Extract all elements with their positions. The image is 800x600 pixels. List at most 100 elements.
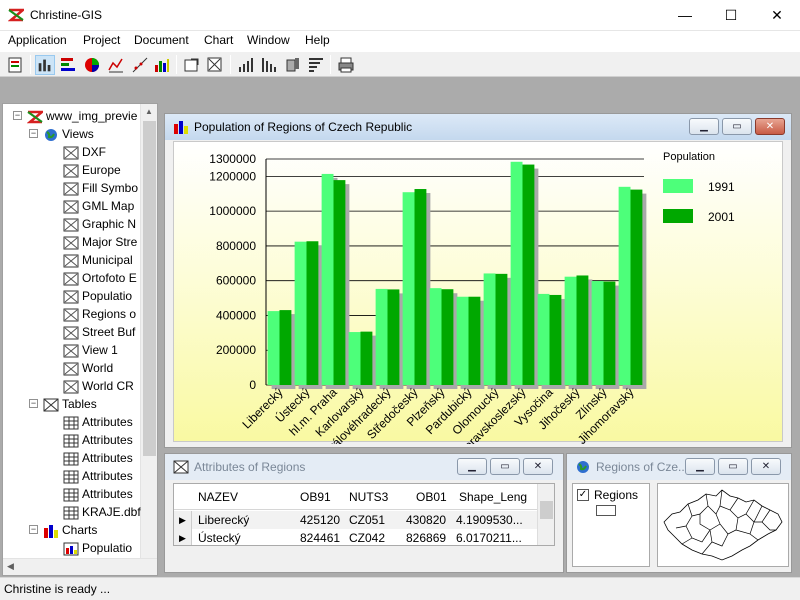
tree-item-label: GML Map <box>82 199 135 213</box>
map-window[interactable]: Regions of Cze... ▁ ▭ ✕ ✓ Regions <box>566 453 792 573</box>
tree-item-view-13[interactable]: World <box>63 359 113 377</box>
tree-collapse-toggle[interactable]: − <box>29 129 38 138</box>
tree-collapse-toggle[interactable]: − <box>29 525 38 534</box>
layer-checkbox[interactable]: ✓ <box>577 489 589 501</box>
tree-item-view-9[interactable]: Populatio <box>63 287 132 305</box>
tree-vertical-scrollbar[interactable]: ▲ <box>140 104 157 575</box>
chart-properties-icon[interactable] <box>182 55 202 75</box>
table-row[interactable]: ▶ Liberecký 425120 CZ051 430820 4.190953… <box>174 511 554 529</box>
table-row[interactable]: ▶ Ústecký 824461 CZ042 826869 6.0170211.… <box>174 529 554 545</box>
legend-icon[interactable] <box>306 55 326 75</box>
chart-minimize-button[interactable]: ▁ <box>689 118 719 135</box>
tree-item-view-10[interactable]: Regions o <box>63 305 136 323</box>
tree-item-table-21[interactable]: KRAJE.dbf <box>63 503 141 521</box>
project-tree[interactable]: ▲ ◀ − www_img_previe − Views DXF Europe Fill S… <box>2 103 158 576</box>
attributes-table[interactable]: NAZEV OB91 NUTS3 OB01 Shape_Leng ▶ Liber… <box>173 483 555 546</box>
cell-ob01: 826869 <box>406 531 447 545</box>
tree-item-table-20[interactable]: Attributes <box>63 485 133 503</box>
table-vertical-scrollbar[interactable] <box>537 484 554 545</box>
cell-ob91: 425120 <box>300 513 341 527</box>
print-icon[interactable] <box>336 55 356 75</box>
area-chart-icon[interactable] <box>152 55 172 75</box>
new-document-icon[interactable] <box>5 55 25 75</box>
attributes-window[interactable]: Attributes of Regions ▁ ▭ ✕ NAZEV OB91 N… <box>164 453 564 573</box>
tree-item-group-22[interactable]: Charts <box>43 521 97 539</box>
line-chart-icon[interactable] <box>106 55 126 75</box>
table-window-icon <box>173 460 189 474</box>
chart-restore-button[interactable]: ▭ <box>722 118 752 135</box>
chart-window-titlebar[interactable]: Population of Regions of Czech Republic … <box>165 114 791 140</box>
menu-help[interactable]: Help <box>305 33 330 47</box>
chart-close-button[interactable]: ✕ <box>755 118 785 135</box>
legend-label-1991: 1991 <box>708 180 735 194</box>
3d-chart-icon[interactable] <box>283 55 303 75</box>
row-selector[interactable]: ▶ <box>174 529 192 545</box>
horizontal-bar-chart-icon[interactable] <box>58 55 78 75</box>
map-canvas[interactable] <box>657 483 789 567</box>
tree-item-view-2[interactable]: Europe <box>63 161 121 179</box>
cell-shape-leng: 6.0170211... <box>456 531 522 545</box>
map-window-titlebar[interactable]: Regions of Cze... ▁ ▭ ✕ <box>567 454 791 480</box>
attributes-restore-button[interactable]: ▭ <box>490 458 520 475</box>
tree-item-table-19[interactable]: Attributes <box>63 467 133 485</box>
tree-item-label: View 1 <box>82 343 118 357</box>
tree-item-view-12[interactable]: View 1 <box>63 341 118 359</box>
tree-collapse-toggle[interactable]: − <box>29 399 38 408</box>
map-restore-button[interactable]: ▭ <box>718 458 748 475</box>
tree-item-table-17[interactable]: Attributes <box>63 431 133 449</box>
tree-item-view-7[interactable]: Municipal <box>63 251 133 269</box>
tree-collapse-toggle[interactable]: − <box>13 111 22 120</box>
attributes-close-button[interactable]: ✕ <box>523 458 553 475</box>
attributes-window-titlebar[interactable]: Attributes of Regions ▁ ▭ ✕ <box>165 454 563 480</box>
column-header-ob91[interactable]: OB91 <box>300 490 331 504</box>
menu-document[interactable]: Document <box>134 33 189 47</box>
menu-bar: Application Project Document Chart Windo… <box>0 31 800 51</box>
bar-chart-icon[interactable] <box>35 55 55 75</box>
map-close-button[interactable]: ✕ <box>751 458 781 475</box>
bar-1991 <box>618 186 631 385</box>
cell-ob01: 430820 <box>406 513 447 527</box>
view-icon <box>63 380 79 394</box>
table-icon <box>63 470 79 484</box>
tree-item-view-6[interactable]: Major Stre <box>63 233 137 251</box>
sort-descending-icon[interactable] <box>259 55 279 75</box>
tree-item-view-5[interactable]: Graphic N <box>63 215 136 233</box>
row-selector[interactable]: ▶ <box>174 511 192 529</box>
tree-item-table-18[interactable]: Attributes <box>63 449 133 467</box>
tree-item-group-0[interactable]: Views <box>43 125 94 143</box>
close-button[interactable]: ✕ <box>754 0 800 31</box>
menu-window[interactable]: Window <box>247 33 290 47</box>
attributes-minimize-button[interactable]: ▁ <box>457 458 487 475</box>
column-header-ob01[interactable]: OB01 <box>416 490 447 504</box>
scatter-chart-icon[interactable] <box>130 55 150 75</box>
tree-item-view-14[interactable]: World CR <box>63 377 134 395</box>
tree-item-view-11[interactable]: Street Buf <box>63 323 135 341</box>
tree-horizontal-scrollbar[interactable]: ◀ <box>3 558 157 575</box>
column-header-shape-leng[interactable]: Shape_Leng <box>459 490 527 504</box>
tree-item-root[interactable]: www_img_previe <box>27 107 137 125</box>
tree-item-view-1[interactable]: DXF <box>63 143 106 161</box>
minimize-button[interactable]: — <box>662 0 708 31</box>
tree-item-table-16[interactable]: Attributes <box>63 413 133 431</box>
export-image-icon[interactable] <box>205 55 225 75</box>
menu-chart[interactable]: Chart <box>204 33 233 47</box>
menu-application[interactable]: Application <box>8 33 67 47</box>
view-icon <box>63 236 79 250</box>
menu-project[interactable]: Project <box>83 33 120 47</box>
tree-scroll-thumb[interactable] <box>143 121 156 456</box>
chart-window[interactable]: Population of Regions of Czech Republic … <box>164 113 792 448</box>
tree-item-view-4[interactable]: GML Map <box>63 197 134 215</box>
bar-1991 <box>483 273 496 385</box>
tree-item-chart-23[interactable]: Populatio <box>63 539 132 557</box>
pie-chart-icon[interactable] <box>82 55 102 75</box>
toolbar-separator <box>30 55 31 74</box>
tree-item-label: Attributes <box>82 469 133 483</box>
maximize-button[interactable]: ☐ <box>708 0 754 31</box>
tree-item-view-8[interactable]: Ortofoto E <box>63 269 137 287</box>
column-header-nuts3[interactable]: NUTS3 <box>349 490 388 504</box>
sort-ascending-icon[interactable] <box>236 55 256 75</box>
tree-item-group-15[interactable]: Tables <box>43 395 97 413</box>
map-minimize-button[interactable]: ▁ <box>685 458 715 475</box>
column-header-nazev[interactable]: NAZEV <box>198 490 238 504</box>
tree-item-view-3[interactable]: Fill Symbo <box>63 179 138 197</box>
